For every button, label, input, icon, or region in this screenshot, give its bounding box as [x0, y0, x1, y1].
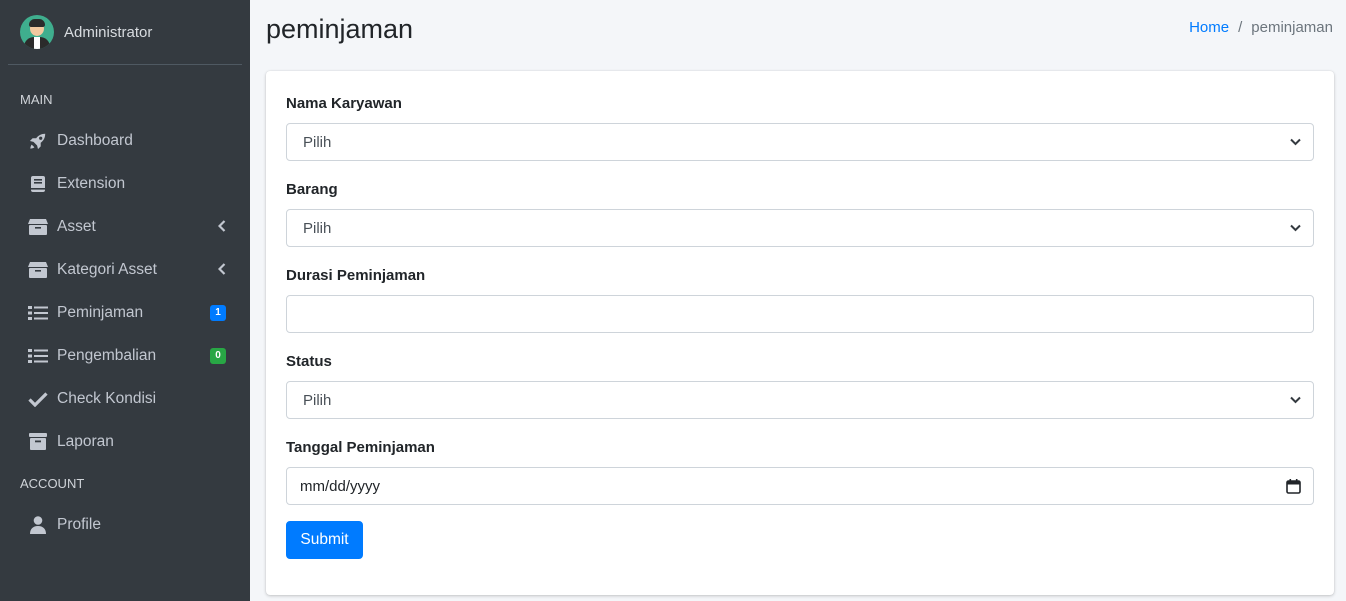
breadcrumb-home-link[interactable]: Home — [1189, 19, 1229, 36]
select-value: Pilih — [303, 219, 332, 237]
date-placeholder: mm/dd/yyyy — [300, 477, 381, 495]
sidebar-item-kategori-asset[interactable]: Kategori Asset — [0, 248, 250, 291]
sidebar-item-profile[interactable]: Profile — [0, 503, 250, 546]
sidebar-item-check-kondisi[interactable]: Check Kondisi — [0, 377, 250, 420]
submit-button[interactable]: Submit — [286, 521, 363, 559]
sidebar-item-label: Laporan — [57, 432, 114, 450]
calendar-icon[interactable] — [1285, 478, 1301, 494]
user-icon — [28, 515, 48, 535]
user-name[interactable]: Administrator — [64, 24, 152, 41]
sidebar-item-label: Asset — [57, 217, 96, 235]
sidebar-item-pengembalian[interactable]: Pengembalian 0 — [0, 334, 250, 377]
breadcrumb-current: peminjaman — [1251, 19, 1333, 36]
box-icon — [28, 260, 48, 280]
count-badge: 1 — [210, 304, 226, 321]
chevron-left-icon — [217, 262, 226, 278]
book-icon — [28, 174, 48, 194]
sidebar: Administrator MAIN Dashboard Extension A… — [0, 0, 250, 601]
chevron-down-icon — [1289, 394, 1301, 406]
chevron-down-icon — [1289, 222, 1301, 234]
list-icon — [28, 303, 48, 323]
sidebar-item-peminjaman[interactable]: Peminjaman 1 — [0, 291, 250, 334]
content-header: peminjaman Home / peminjaman — [250, 0, 1346, 65]
user-panel[interactable]: Administrator — [8, 0, 242, 65]
tanggal-peminjaman-date-input[interactable]: mm/dd/yyyy — [286, 467, 1314, 505]
nama-karyawan-label: Nama Karyawan — [286, 95, 402, 112]
barang-select[interactable]: Pilih — [286, 209, 1314, 247]
nama-karyawan-select[interactable]: Pilih — [286, 123, 1314, 161]
select-value: Pilih — [303, 391, 332, 409]
list-icon — [28, 346, 48, 366]
sidebar-item-extension[interactable]: Extension — [0, 162, 250, 205]
durasi-peminjaman-label: Durasi Peminjaman — [286, 267, 426, 284]
sidebar-item-label: Kategori Asset — [57, 260, 157, 278]
chevron-left-icon — [217, 219, 226, 235]
barang-label: Barang — [286, 181, 338, 198]
form-card: Nama Karyawan Pilih Barang Pilih Durasi … — [266, 71, 1334, 595]
sidebar-item-label: Pengembalian — [57, 346, 157, 364]
breadcrumb: Home / peminjaman — [1189, 19, 1333, 36]
tanggal-peminjaman-label: Tanggal Peminjaman — [286, 439, 435, 456]
status-select[interactable]: Pilih — [286, 381, 1314, 419]
archive-icon — [28, 432, 48, 452]
sidebar-item-dashboard[interactable]: Dashboard — [0, 119, 250, 162]
select-value: Pilih — [303, 133, 332, 151]
avatar — [20, 15, 54, 49]
sidebar-item-label: Check Kondisi — [57, 389, 157, 407]
sidebar-item-label: Profile — [57, 515, 101, 533]
sidebar-item-label: Extension — [57, 174, 126, 192]
durasi-peminjaman-input[interactable] — [286, 295, 1314, 333]
sidebar-item-asset[interactable]: Asset — [0, 205, 250, 248]
count-badge: 0 — [210, 347, 226, 364]
sidebar-item-label: Peminjaman — [57, 303, 144, 321]
sidebar-item-label: Dashboard — [57, 131, 133, 149]
chevron-down-icon — [1289, 136, 1301, 148]
nav-header-main: MAIN — [20, 91, 53, 107]
status-label: Status — [286, 353, 332, 370]
page-title: peminjaman — [266, 14, 414, 44]
nav-header-account: ACCOUNT — [20, 475, 85, 491]
box-icon — [28, 217, 48, 237]
breadcrumb-separator: / — [1238, 19, 1243, 36]
sidebar-item-laporan[interactable]: Laporan — [0, 420, 250, 463]
rocket-icon — [28, 131, 48, 151]
check-icon — [28, 389, 48, 409]
